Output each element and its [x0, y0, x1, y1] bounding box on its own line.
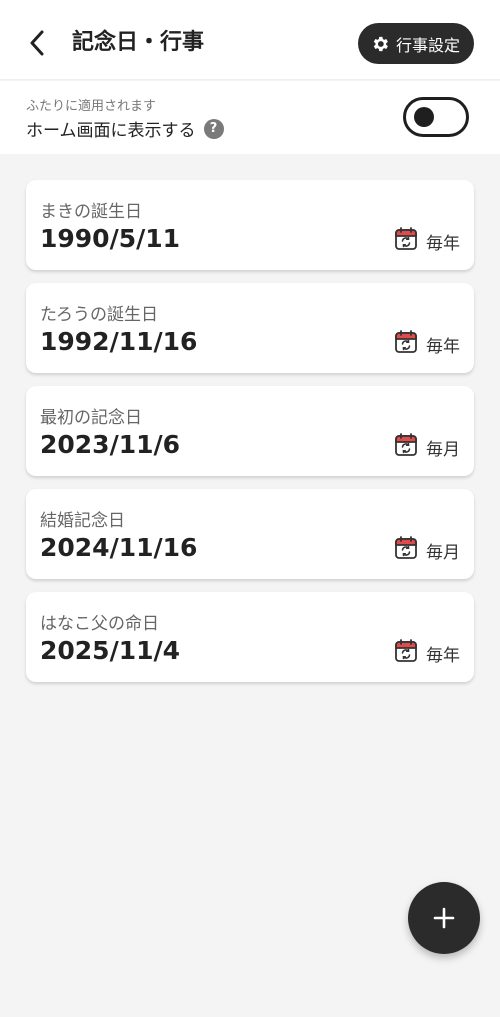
event-repeat: 毎年: [394, 227, 460, 256]
page-title: 記念日・行事: [72, 30, 205, 55]
calendar-repeat-icon: [394, 227, 418, 256]
calendar-repeat-icon: [394, 639, 418, 668]
event-repeat-label: 毎年: [426, 646, 460, 666]
event-repeat-label: 毎月: [426, 440, 460, 460]
home-display-toggle[interactable]: [403, 97, 469, 137]
gear-icon: [373, 36, 388, 51]
calendar-repeat-icon: [394, 536, 418, 565]
toggle-knob: [414, 107, 434, 127]
event-card[interactable]: まきの誕生日 1990/5/11 毎年: [26, 180, 474, 270]
event-repeat-label: 毎年: [426, 234, 460, 254]
event-card[interactable]: はなこ父の命日 2025/11/4 毎年: [26, 592, 474, 682]
app-header: 記念日・行事 行事設定: [0, 0, 500, 80]
event-repeat: 毎年: [394, 639, 460, 668]
event-repeat: 毎月: [394, 433, 460, 462]
event-date: 2023/11/6: [40, 430, 181, 459]
add-event-button[interactable]: [408, 882, 480, 954]
back-button[interactable]: [22, 26, 52, 60]
event-card[interactable]: 最初の記念日 2023/11/6 毎月: [26, 386, 474, 476]
event-date: 2025/11/4: [40, 636, 181, 665]
home-display-label: ホーム画面に表示する: [26, 121, 196, 141]
event-repeat-label: 毎月: [426, 543, 460, 563]
event-settings-button[interactable]: 行事設定: [357, 23, 474, 64]
event-card[interactable]: たろうの誕生日 1992/11/16 毎年: [26, 283, 474, 373]
home-display-subtitle: ふたりに適用されます: [26, 99, 157, 114]
event-settings-label: 行事設定: [395, 35, 460, 55]
event-name: たろうの誕生日: [40, 305, 158, 325]
home-display-row: ホーム画面に表示する ?: [26, 116, 224, 141]
event-list: まきの誕生日 1990/5/11 毎年 たろうの誕生日 1992/11/16 毎年 最初の記…: [26, 180, 474, 695]
event-card[interactable]: 結婚記念日 2024/11/16 毎月: [26, 489, 474, 579]
event-date: 2024/11/16: [40, 533, 198, 562]
chevron-left-icon: [30, 30, 44, 56]
event-name: 結婚記念日: [40, 511, 125, 531]
event-repeat-label: 毎年: [426, 337, 460, 357]
event-name: はなこ父の命日: [40, 614, 159, 634]
event-name: まきの誕生日: [40, 202, 142, 222]
plus-icon: [433, 907, 455, 929]
event-repeat: 毎月: [394, 536, 460, 565]
calendar-repeat-icon: [394, 433, 418, 462]
event-date: 1992/11/16: [40, 327, 198, 356]
event-repeat: 毎年: [394, 330, 460, 359]
event-name: 最初の記念日: [40, 408, 142, 428]
event-date: 1990/5/11: [40, 224, 181, 253]
help-icon[interactable]: ?: [203, 118, 224, 139]
calendar-repeat-icon: [394, 330, 418, 359]
